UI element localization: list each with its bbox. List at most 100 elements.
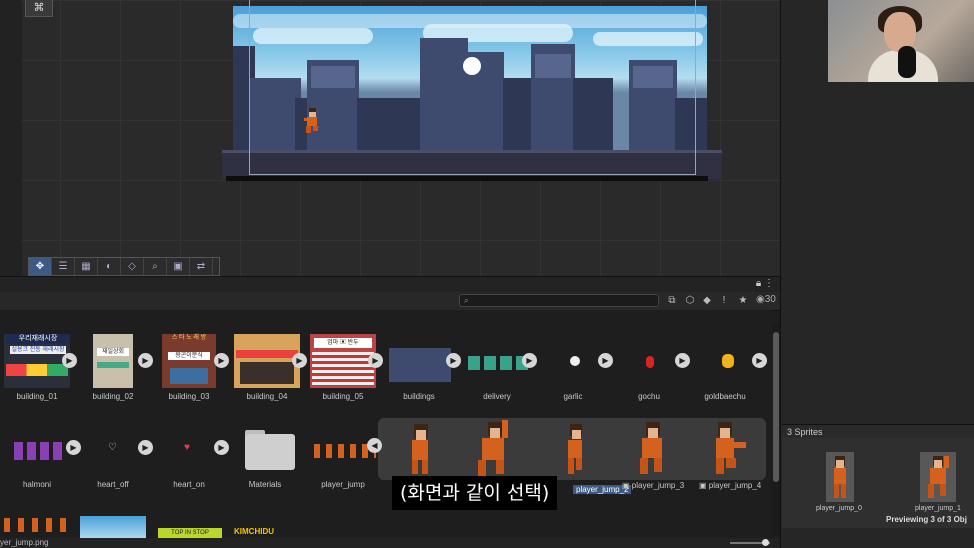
asset-thumbnail xyxy=(234,334,300,388)
building-shape xyxy=(573,78,613,150)
asset-label: building_04 xyxy=(246,392,288,401)
awning xyxy=(97,362,129,368)
panel-options: 🔒︎ ⋮ xyxy=(756,278,774,289)
rect-tool-icon[interactable]: ☰ xyxy=(52,258,75,275)
sprite-frame-3[interactable] xyxy=(622,418,682,478)
preview-label: player_jump_1 xyxy=(915,505,961,512)
asset-thumbnail xyxy=(464,334,530,388)
video-subtitle: (화면과 같이 선택) xyxy=(392,476,558,510)
asset-label: Materials xyxy=(248,480,282,489)
asset-thumbnail: 우리재래시장 실용크 전통 재래시장 xyxy=(4,334,70,388)
expand-play-icon[interactable]: ▶ xyxy=(368,353,383,368)
asset-building-04[interactable]: building_04 xyxy=(230,334,304,401)
expand-play-icon[interactable]: ▶ xyxy=(62,353,77,368)
preview-header: 3 Sprites xyxy=(782,424,974,438)
asset-building-05[interactable]: 엄마 ▣ 반두 building_05 xyxy=(306,334,380,401)
collapse-play-icon[interactable]: ◀ xyxy=(367,438,382,453)
favorite-star-icon[interactable]: ★ xyxy=(737,294,749,307)
expand-play-icon[interactable]: ▶ xyxy=(522,353,537,368)
sprite-frame-0[interactable] xyxy=(390,418,450,478)
scene-search-icon[interactable]: ⧉ xyxy=(666,294,678,307)
camera-gizmo-icon[interactable] xyxy=(463,57,481,75)
scene-gizmo-toggle[interactable]: ⌘ xyxy=(25,0,53,17)
sprite-frame-1[interactable] xyxy=(464,418,524,478)
swap-tool-icon[interactable]: ⇄ xyxy=(190,258,213,275)
asset-player-jump[interactable]: player_jump xyxy=(306,422,380,489)
sub-asset-label[interactable]: ▣ player_jump_4 xyxy=(699,481,761,490)
asset-label: building_05 xyxy=(322,392,364,401)
awning xyxy=(236,350,298,358)
sub-asset-label[interactable]: ▣ player_jump_3 xyxy=(622,481,684,490)
camera-tool-icon[interactable]: ▣ xyxy=(167,258,190,275)
halmoni-sprites xyxy=(14,442,66,460)
search-input[interactable]: ⌕ xyxy=(459,294,659,307)
expand-play-icon[interactable]: ▶ xyxy=(214,353,229,368)
building-shape xyxy=(503,78,533,150)
asset-label: building_01 xyxy=(16,392,58,401)
filter-type-icon[interactable]: ⬡ xyxy=(684,294,696,307)
folder-icon xyxy=(245,434,295,470)
sprite-frame-4[interactable] xyxy=(696,418,756,478)
player-sprite[interactable] xyxy=(304,108,320,134)
pepper-icon xyxy=(646,356,654,368)
microphone-icon xyxy=(898,46,916,78)
zoom-tool-icon[interactable]: ⌕ xyxy=(144,258,167,275)
sprite-icon: ▣ xyxy=(622,481,632,490)
lock-icon[interactable]: 🔒︎ xyxy=(756,278,761,289)
garlic-icon xyxy=(570,356,580,366)
asset-goldbaechu[interactable]: goldbaechu xyxy=(688,334,762,401)
asset-materials-folder[interactable]: Materials xyxy=(228,422,302,489)
sprite-frame-2[interactable] xyxy=(546,418,606,478)
shading-tool-icon[interactable]: ◐ xyxy=(98,258,121,275)
asset-halmoni[interactable]: halmoni xyxy=(0,422,74,489)
expand-play-icon[interactable]: ▶ xyxy=(138,440,153,455)
expand-play-icon[interactable]: ▶ xyxy=(752,353,767,368)
expand-play-icon[interactable]: ▶ xyxy=(292,353,307,368)
asset-garlic[interactable]: garlic xyxy=(536,334,610,401)
asset-thumbnail xyxy=(692,334,758,388)
asset-buildings[interactable]: buildings xyxy=(382,334,456,401)
project-toolbar: ⌕ ⧉ ⬡ ◆ ! ★ ◉30 xyxy=(0,292,780,311)
asset-gochu[interactable]: gochu xyxy=(612,334,686,401)
asset-thumbnail: 스 타 노 래 방 왕곤이분식 xyxy=(162,334,216,388)
expand-play-icon[interactable]: ▶ xyxy=(214,440,229,455)
shopfront xyxy=(240,362,294,384)
expand-play-icon[interactable]: ▶ xyxy=(598,353,613,368)
grid-tool-icon[interactable]: ▦ xyxy=(75,258,98,275)
asset-grid-scrollbar[interactable] xyxy=(772,322,780,536)
asset-label: player_jump xyxy=(321,480,365,489)
asset-partial-sprites xyxy=(4,518,70,532)
sign-text: 왕곤이분식 xyxy=(168,352,210,360)
scene-view[interactable]: ⌘ ✥ ☰ ▦ ◐ ◇ ⌕ ▣ ⇄ xyxy=(0,0,780,276)
more-options-icon[interactable]: ⋮ xyxy=(764,278,774,289)
asset-heart-off[interactable]: ♡ heart_off xyxy=(76,422,150,489)
sign-text: TOP IN STOP xyxy=(158,528,222,538)
scroll-thumb[interactable] xyxy=(773,332,779,482)
expand-play-icon[interactable]: ▶ xyxy=(138,353,153,368)
scene-tool-strip: ✥ ☰ ▦ ◐ ◇ ⌕ ▣ ⇄ xyxy=(28,257,220,276)
layers-tool-icon[interactable]: ◇ xyxy=(121,258,144,275)
asset-heart-on[interactable]: ♥ heart_on xyxy=(152,422,226,489)
asset-thumbnail: ♡ xyxy=(80,422,146,476)
preview-thumb-0[interactable] xyxy=(826,452,854,502)
asset-delivery[interactable]: delivery xyxy=(460,334,534,401)
ground-platform[interactable] xyxy=(222,150,722,179)
preview-thumb-1[interactable] xyxy=(920,452,956,502)
label-icon[interactable]: ◆ xyxy=(701,294,713,307)
asset-thumbnail: 재일상회 xyxy=(93,334,133,388)
status-bar: yer_jump.png xyxy=(0,538,780,548)
scene-left-gutter xyxy=(0,0,22,276)
thumbnail-size-slider[interactable] xyxy=(730,539,770,546)
asset-building-03[interactable]: 스 타 노 래 방 왕곤이분식 building_03 xyxy=(152,334,226,401)
ground-shadow xyxy=(226,176,708,181)
expand-play-icon[interactable]: ▶ xyxy=(446,353,461,368)
warning-icon[interactable]: ! xyxy=(718,294,730,307)
asset-label: gochu xyxy=(638,392,660,401)
sign-text: 스 타 노 래 방 xyxy=(171,335,207,341)
asset-building-02[interactable]: 재일상회 building_02 xyxy=(76,334,150,401)
asset-building-01[interactable]: 우리재래시장 실용크 전통 재래시장 building_01 xyxy=(0,334,74,401)
asset-thumbnail: 엄마 ▣ 반두 xyxy=(310,334,376,388)
asset-label: buildings xyxy=(403,392,435,401)
move-tool-icon[interactable]: ✥ xyxy=(29,258,52,275)
asset-label: goldbaechu xyxy=(704,392,746,401)
